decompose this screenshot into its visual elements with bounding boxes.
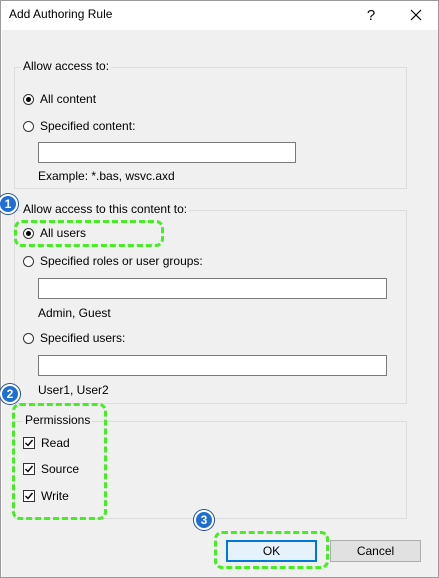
callout-3-badge: 3 bbox=[194, 510, 214, 530]
roles-example-text: Admin, Guest bbox=[38, 306, 111, 320]
source-checkbox[interactable]: Source bbox=[23, 462, 79, 476]
help-button[interactable]: ? bbox=[360, 1, 382, 29]
specified-roles-radio-button[interactable] bbox=[23, 255, 34, 267]
cancel-button[interactable]: Cancel bbox=[330, 540, 421, 562]
specified-content-radio[interactable]: Specified content: bbox=[23, 119, 135, 133]
write-label: Write bbox=[41, 489, 69, 503]
close-button[interactable] bbox=[401, 1, 431, 29]
content-example-text: Example: *.bas, wsvc.axd bbox=[38, 169, 175, 183]
specified-content-radio-button[interactable] bbox=[23, 120, 34, 132]
dialog-title: Add Authoring Rule bbox=[9, 7, 113, 21]
allow-users-label: Allow access to this content to: bbox=[21, 202, 190, 216]
help-icon: ? bbox=[366, 6, 376, 24]
all-users-label: All users bbox=[40, 226, 87, 240]
specified-content-label: Specified content: bbox=[40, 119, 136, 133]
dialog-body: Allow access to: All content Specified c… bbox=[2, 30, 438, 577]
all-users-radio-button[interactable] bbox=[23, 227, 34, 239]
write-checkbox[interactable]: Write bbox=[23, 489, 69, 503]
checkmark-icon bbox=[25, 492, 34, 500]
add-authoring-rule-dialog: Add Authoring Rule ? Allow access to: Al… bbox=[0, 0, 439, 578]
close-icon bbox=[410, 9, 422, 21]
roles-input[interactable] bbox=[38, 278, 387, 299]
checkmark-icon bbox=[25, 465, 34, 473]
users-input[interactable] bbox=[38, 355, 387, 376]
callout-2-badge: 2 bbox=[0, 384, 20, 404]
read-check-box[interactable] bbox=[23, 437, 35, 449]
all-content-radio[interactable]: All content bbox=[23, 92, 96, 106]
specified-content-input[interactable] bbox=[38, 142, 296, 163]
specified-roles-label: Specified roles or user groups: bbox=[40, 254, 203, 268]
checkmark-icon bbox=[25, 439, 34, 447]
specified-users-label: Specified users: bbox=[40, 331, 126, 345]
specified-users-radio[interactable]: Specified users: bbox=[23, 331, 125, 345]
specified-users-radio-button[interactable] bbox=[23, 332, 34, 344]
source-check-box[interactable] bbox=[23, 463, 35, 475]
source-label: Source bbox=[41, 462, 80, 476]
specified-roles-radio[interactable]: Specified roles or user groups: bbox=[23, 254, 203, 268]
allow-access-label: Allow access to: bbox=[21, 59, 112, 73]
ok-button[interactable]: OK bbox=[226, 540, 317, 562]
read-label: Read bbox=[41, 436, 70, 450]
all-content-label: All content bbox=[40, 92, 97, 106]
read-checkbox[interactable]: Read bbox=[23, 436, 70, 450]
permissions-label: Permissions bbox=[23, 413, 93, 427]
all-users-radio[interactable]: All users bbox=[23, 226, 86, 240]
all-content-radio-button[interactable] bbox=[23, 93, 34, 105]
title-bar: Add Authoring Rule ? bbox=[1, 1, 438, 29]
write-check-box[interactable] bbox=[23, 490, 35, 502]
users-example-text: User1, User2 bbox=[38, 383, 109, 397]
